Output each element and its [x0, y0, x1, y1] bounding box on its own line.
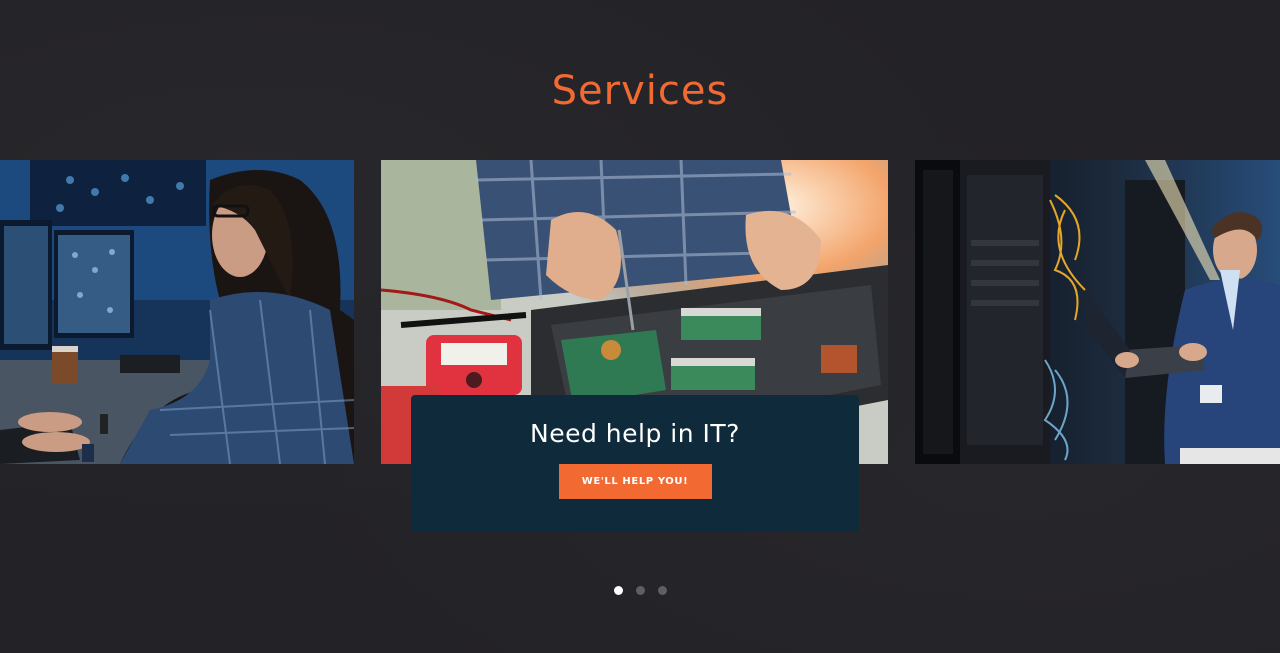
- help-button[interactable]: WE'LL HELP YOU!: [558, 464, 712, 499]
- carousel-dot-3[interactable]: [657, 586, 667, 595]
- server-room-photo: [915, 160, 1280, 464]
- carousel-dot-1[interactable]: [613, 586, 623, 595]
- slide-it-specialist[interactable]: [0, 160, 354, 464]
- carousel-dot-2[interactable]: [635, 586, 645, 595]
- services-section: Services Need help in IT? WE'LL HELP YOU…: [0, 0, 1280, 653]
- cta-heading: Need help in IT?: [530, 419, 740, 448]
- carousel-dots: [0, 586, 1280, 595]
- it-specialist-photo: [0, 160, 354, 464]
- slide-server-room[interactable]: [915, 160, 1280, 464]
- cta-card: Need help in IT? WE'LL HELP YOU!: [411, 395, 859, 532]
- section-title: Services: [551, 68, 729, 114]
